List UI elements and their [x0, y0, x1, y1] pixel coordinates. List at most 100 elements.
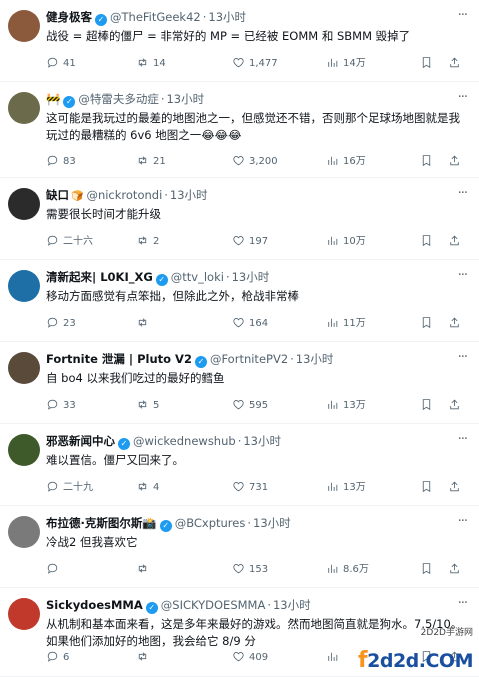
views-button[interactable]: 8.6万: [326, 562, 369, 578]
author-name[interactable]: SickydoesMMA: [46, 598, 143, 612]
author-handle[interactable]: @wickednewshub: [133, 434, 236, 448]
like-button[interactable]: 1,477: [232, 56, 278, 72]
share-button[interactable]: [448, 316, 461, 332]
reply-button[interactable]: [46, 562, 63, 578]
avatar[interactable]: [8, 10, 40, 42]
tweet[interactable]: 🚧 ✓ @特雷夫多动症 · 13小时 ··· 这可能是我玩过的最差的地图池之一，但感觉还不错…: [0, 82, 479, 178]
tweet[interactable]: Fortnite 泄漏 | Pluto V2 ✓ @FortnitePV2 · 13小时…: [0, 342, 479, 424]
share-button[interactable]: [448, 562, 461, 578]
avatar[interactable]: [8, 92, 40, 124]
watermark-site: 2D2D手游网: [420, 628, 473, 638]
reply-button[interactable]: 23: [46, 316, 76, 332]
timestamp[interactable]: 13小时: [273, 598, 311, 612]
bookmark-button[interactable]: [420, 154, 433, 170]
reply-count: 83: [63, 156, 76, 167]
avatar[interactable]: [8, 598, 40, 630]
bookmark-button[interactable]: [420, 234, 433, 250]
bookmark-button[interactable]: [420, 398, 433, 414]
author-handle[interactable]: @ttv_loki: [171, 270, 224, 284]
retweet-button[interactable]: [136, 562, 153, 578]
share-button[interactable]: [448, 480, 461, 496]
author-handle[interactable]: @SICKYDOESMMA: [161, 598, 266, 612]
views-button[interactable]: 13万: [326, 398, 366, 414]
reply-button[interactable]: 33: [46, 398, 76, 414]
views-button[interactable]: 13万: [326, 480, 366, 496]
like-button[interactable]: 164: [232, 316, 268, 332]
avatar[interactable]: [8, 516, 40, 548]
timestamp[interactable]: 13小时: [296, 352, 334, 366]
like-button[interactable]: 197: [232, 234, 268, 250]
timestamp[interactable]: 13小时: [253, 516, 291, 530]
author-name[interactable]: Fortnite 泄漏 | Pluto V2: [46, 352, 192, 366]
more-options-icon[interactable]: ···: [458, 186, 468, 201]
watermark: 2D2D手游网 f2d2d.COM: [323, 625, 473, 673]
bookmark-button[interactable]: [420, 562, 433, 578]
timestamp[interactable]: 13小时: [208, 10, 246, 24]
tweet[interactable]: 缺口 🍞 @nickrotondi · 13小时 ··· 需要很长时间才能升级 二十六 2 197…: [0, 178, 479, 260]
more-options-icon[interactable]: ···: [458, 268, 468, 283]
avatar[interactable]: [8, 434, 40, 466]
share-button[interactable]: [448, 234, 461, 250]
retweet-button[interactable]: 14: [136, 56, 166, 72]
bookmark-button[interactable]: [420, 316, 433, 332]
views-button[interactable]: 16万: [326, 154, 366, 170]
author-handle[interactable]: @nickrotondi: [86, 188, 162, 202]
retweet-button[interactable]: 2: [136, 234, 159, 250]
retweet-icon: [136, 652, 153, 663]
retweet-button[interactable]: 5: [136, 398, 159, 414]
like-button[interactable]: 3,200: [232, 154, 278, 170]
avatar[interactable]: [8, 188, 40, 220]
reply-button[interactable]: 83: [46, 154, 76, 170]
like-button[interactable]: 153: [232, 562, 268, 578]
like-button[interactable]: 409: [232, 650, 268, 666]
retweet-button[interactable]: 21: [136, 154, 166, 170]
timestamp[interactable]: 13小时: [243, 434, 281, 448]
avatar[interactable]: [8, 270, 40, 302]
tweet[interactable]: 布拉德·克斯图尔斯📸 ✓ @BCxptures · 13小时 ··· 冷战2 但我喜欢它 15…: [0, 506, 479, 588]
bookmark-button[interactable]: [420, 480, 433, 496]
more-options-icon[interactable]: ···: [458, 514, 468, 529]
tweet[interactable]: 邪恶新闻中心 ✓ @wickednewshub · 13小时 ··· 难以置信。僵尸又回来了…: [0, 424, 479, 506]
like-button[interactable]: 731: [232, 480, 268, 496]
retweet-button[interactable]: [136, 316, 153, 332]
reply-button[interactable]: 6: [46, 650, 69, 666]
timestamp[interactable]: 13小时: [232, 270, 270, 284]
reply-button[interactable]: 41: [46, 56, 76, 72]
views-button[interactable]: 14万: [326, 56, 366, 72]
reply-button[interactable]: 二十六: [46, 234, 93, 250]
retweet-button[interactable]: 4: [136, 480, 159, 496]
more-options-icon[interactable]: ···: [458, 432, 468, 447]
more-options-icon[interactable]: ···: [458, 350, 468, 365]
like-button[interactable]: 595: [232, 398, 268, 414]
views-button[interactable]: 10万: [326, 234, 366, 250]
author-name[interactable]: 🚧: [46, 92, 60, 106]
share-button[interactable]: [448, 398, 461, 414]
verified-badge-icon: ✓: [155, 274, 168, 286]
author-handle[interactable]: @FortnitePV2: [210, 352, 288, 366]
avatar[interactable]: [8, 352, 40, 384]
author-handle[interactable]: @特雷夫多动症: [78, 92, 159, 106]
tweet[interactable]: 清新起来| L0KI_XG ✓ @ttv_loki · 13小时 ··· 移动方面感觉有点笨…: [0, 260, 479, 342]
like-count: 164: [249, 318, 269, 329]
more-options-icon[interactable]: ···: [458, 596, 468, 611]
bookmark-button[interactable]: [420, 56, 433, 72]
retweet-count: 5: [153, 400, 160, 411]
author-name[interactable]: 清新起来| L0KI_XG: [46, 270, 153, 284]
timestamp[interactable]: 13小时: [170, 188, 208, 202]
author-name[interactable]: 健身极客: [46, 10, 92, 24]
timestamp[interactable]: 13小时: [166, 92, 204, 106]
author-handle[interactable]: @TheFitGeek42: [110, 10, 201, 24]
retweet-button[interactable]: [136, 650, 153, 666]
share-button[interactable]: [448, 154, 461, 170]
tweet[interactable]: 健身极客 ✓ @TheFitGeek42 · 13小时 ··· 战役 = 超棒的僵尸 = 非…: [0, 0, 479, 82]
reply-button[interactable]: 二十九: [46, 480, 93, 496]
author-name[interactable]: 布拉德·克斯图尔斯📸: [46, 516, 157, 530]
more-options-icon[interactable]: ···: [458, 8, 468, 23]
author-name[interactable]: 缺口: [46, 188, 69, 202]
more-options-icon[interactable]: ···: [458, 90, 468, 105]
author-handle[interactable]: @BCxptures: [175, 516, 246, 530]
views-icon: [326, 564, 343, 575]
share-button[interactable]: [448, 56, 461, 72]
views-button[interactable]: 11万: [326, 316, 366, 332]
author-name[interactable]: 邪恶新闻中心: [46, 434, 115, 448]
